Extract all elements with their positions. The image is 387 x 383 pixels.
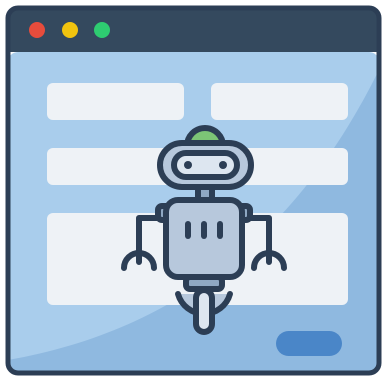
form-field xyxy=(47,83,184,120)
maximize-dot xyxy=(94,22,110,38)
form-field xyxy=(211,83,348,120)
minimize-dot xyxy=(62,22,78,38)
submit-button xyxy=(276,331,342,356)
close-dot xyxy=(29,22,45,38)
title-bar xyxy=(8,8,379,52)
browser-window-icon xyxy=(5,5,382,376)
